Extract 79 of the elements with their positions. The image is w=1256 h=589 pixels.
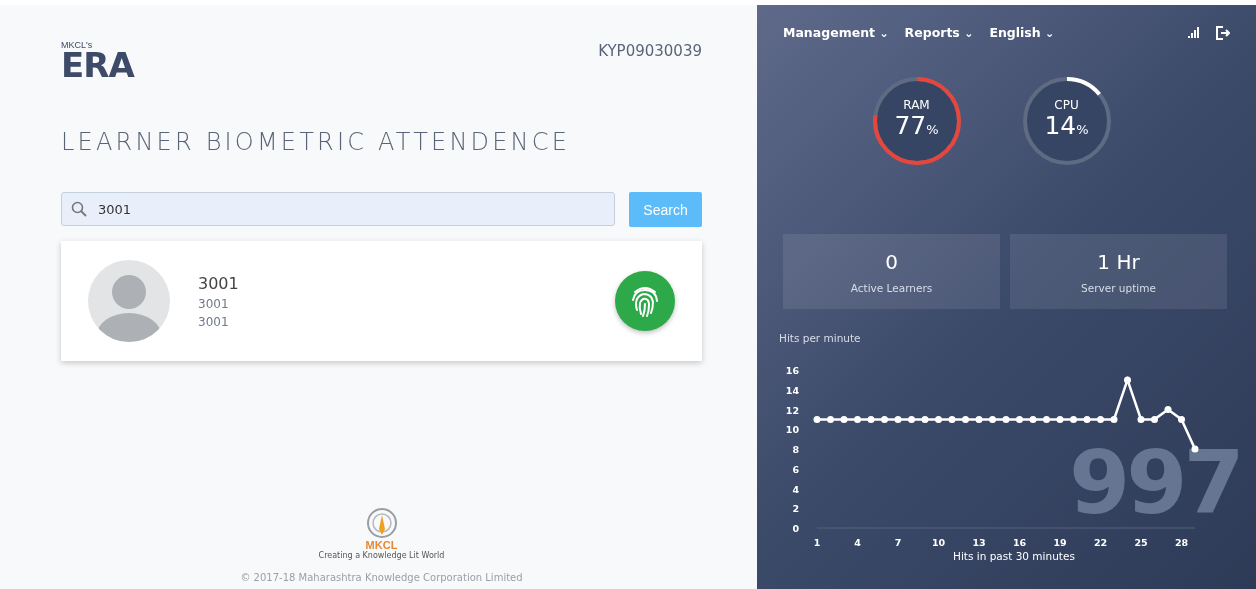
data-point [1056, 415, 1064, 423]
x-tick-label: 4 [854, 537, 861, 546]
data-point [1029, 415, 1037, 423]
stat-label: Server uptime [1081, 281, 1156, 294]
chart-title: Hits per minute [779, 332, 862, 344]
page-title: LEARNER BIOMETRIC ATTENDENCE [61, 128, 572, 156]
signal-icon[interactable] [1188, 27, 1200, 38]
y-tick-label: 8 [792, 444, 799, 455]
data-point [1178, 415, 1185, 423]
data-point [1151, 415, 1158, 423]
fingerprint-icon [629, 284, 661, 318]
data-point [854, 415, 861, 423]
logo-caption: MKCL's [61, 40, 94, 50]
x-tick-label: 1 [813, 537, 821, 546]
data-point [1083, 415, 1091, 423]
x-tick-label: 7 [894, 537, 902, 546]
gauge-value: 14 [1044, 111, 1077, 140]
data-point [1070, 415, 1077, 423]
copyright-text: © 2017-18 Maharashtra Knowledge Corporation Limited [240, 572, 523, 583]
data-point [1164, 406, 1172, 413]
data-point [1110, 415, 1118, 423]
stat-value: 1 Hr [1097, 249, 1140, 274]
data-point [1124, 376, 1131, 384]
mkcl-logo-text: MKCL [365, 539, 398, 551]
data-point [1016, 415, 1023, 423]
data-point [840, 415, 848, 423]
y-tick-label: 10 [785, 424, 799, 436]
learner-name: 3001 [198, 273, 240, 293]
x-tick-label: 22 [1093, 537, 1108, 546]
y-tick-label: 6 [792, 463, 799, 475]
data-point [881, 415, 888, 423]
data-point [948, 415, 956, 423]
data-point [894, 415, 902, 423]
data-point [827, 415, 834, 423]
data-point [989, 415, 996, 423]
logout-icon[interactable] [1216, 25, 1230, 40]
gauge-label: CPU [1054, 98, 1079, 112]
data-point [935, 415, 942, 423]
percent-unit: % [1076, 122, 1089, 137]
data-point [867, 415, 875, 423]
gauge-value: 77 [894, 111, 927, 140]
mkcl-emblem-icon [365, 507, 398, 539]
center-code: KYP09030039 [598, 42, 702, 60]
x-tick-label: 19 [1053, 537, 1067, 546]
data-point [1043, 415, 1050, 423]
nav-menu[interactable]: Management ⌄ [783, 25, 889, 40]
x-tick-label: 10 [931, 537, 946, 546]
y-tick-label: 0 [792, 523, 799, 534]
logo-tagline: Creating a Knowledge Lit World [318, 551, 445, 560]
data-point [908, 415, 915, 423]
x-tick-label: 28 [1174, 537, 1189, 546]
x-tick-label: 25 [1134, 537, 1148, 546]
search-field[interactable]: 3001 [61, 192, 615, 226]
nav-menu[interactable]: Reports ⌄ [904, 25, 974, 40]
percent-unit: % [926, 122, 939, 137]
data-point [1097, 415, 1104, 423]
nav-menu[interactable]: English ⌄ [989, 25, 1055, 40]
era-logo: ERA [61, 50, 134, 80]
x-tick-label: 13 [972, 537, 986, 546]
data-point [1002, 415, 1010, 423]
y-tick-label: 12 [785, 404, 799, 416]
x-axis-label: Hits in past 30 minutes [953, 550, 1076, 562]
y-tick-label: 14 [785, 384, 799, 396]
gauge-label: RAM [903, 98, 930, 112]
learner-detail: 3001 [198, 296, 230, 311]
avatar-icon [88, 260, 170, 342]
learner-detail: 3001 [198, 314, 230, 329]
data-point [962, 415, 969, 423]
stat-value: 0 [885, 249, 898, 274]
data-point [975, 415, 983, 423]
data-point [921, 415, 929, 423]
data-point [1137, 415, 1145, 423]
x-tick-label: 16 [1012, 537, 1027, 546]
stat-label: Active Learners [850, 281, 933, 294]
data-point [813, 415, 821, 423]
y-tick-label: 4 [792, 483, 799, 495]
y-tick-label: 16 [785, 365, 799, 376]
y-tick-label: 2 [792, 503, 799, 515]
fingerprint-button[interactable] [615, 271, 675, 331]
